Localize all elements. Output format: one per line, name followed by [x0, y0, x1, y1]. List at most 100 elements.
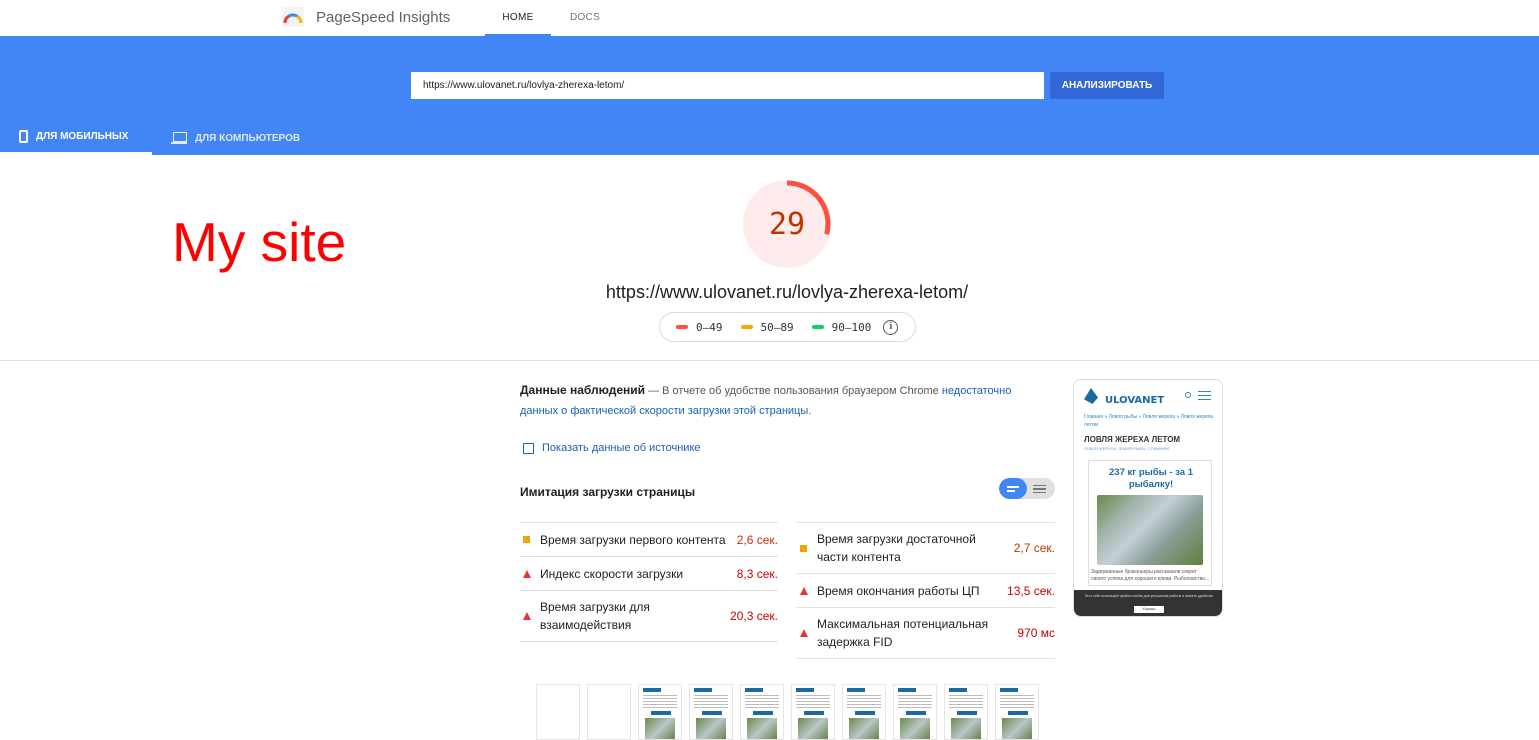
frame-img	[645, 718, 675, 739]
legend-item-average: 50–89	[740, 321, 794, 334]
frame-lines	[847, 695, 881, 709]
frame-logo	[1000, 688, 1018, 692]
field-data-section: Данные наблюдений — В отчете об удобстве…	[520, 380, 1020, 421]
filmstrip-frame	[995, 684, 1039, 740]
tab-desktop[interactable]: ДЛЯ КОМПЬЮТЕРОВ	[171, 121, 300, 155]
frame-lines	[694, 695, 728, 709]
metric-label: Время загрузки для взаимодействия	[540, 600, 650, 632]
final-screenshot[interactable]: ULOVANET Главная » Ловля рыбы » Ловля же…	[1073, 379, 1223, 617]
metric-row: Время загрузки достаточной части контент…	[797, 522, 1055, 573]
menu-icon	[1198, 391, 1211, 400]
frame-lines	[745, 695, 779, 709]
metric-label: Индекс скорости загрузки	[540, 566, 684, 581]
filmstrip-frame	[740, 684, 784, 740]
frame-logo	[796, 688, 814, 692]
frame-title	[804, 711, 824, 715]
legend-label: 0–49	[696, 320, 723, 334]
annotation-text: My site	[172, 211, 347, 273]
tab-mobile-label: ДЛЯ МОБИЛЬНЫХ	[36, 131, 129, 142]
app-title[interactable]: PageSpeed Insights	[316, 9, 450, 26]
info-icon[interactable]: i	[883, 319, 899, 335]
frame-logo	[949, 688, 967, 692]
site-heading: ЛОВЛЯ ЖЕРЕХА ЛЕТОМ	[1084, 435, 1181, 444]
compact-view-icon[interactable]	[999, 478, 1027, 499]
frame-lines	[643, 695, 677, 709]
red-triangle-icon	[520, 569, 540, 578]
metric-label: Время загрузки первого контента	[540, 532, 726, 547]
frame-title	[651, 711, 671, 715]
frame-lines	[1000, 695, 1034, 709]
tab-mobile[interactable]: ДЛЯ МОБИЛЬНЫХ	[0, 121, 152, 155]
frame-logo	[643, 688, 661, 692]
field-data-text: — В отчете об удобстве пользования брауз…	[645, 385, 942, 397]
nav-tab-docs[interactable]: DOCS	[556, 0, 614, 36]
metric-row: Индекс скорости загрузки 8,3 сек.	[520, 556, 778, 590]
frame-title	[906, 711, 926, 715]
fish-photo	[1097, 495, 1203, 565]
orange-square-icon	[797, 544, 817, 552]
expanded-view-icon[interactable]	[1033, 485, 1046, 493]
site-breadcrumb: Главная » Ловля рыбы » Ловля жереха » Ло…	[1084, 414, 1213, 428]
tested-url: https://www.ulovanet.ru/lovlya-zherexa-l…	[605, 282, 969, 302]
metric-label: Время окончания работы ЦП	[817, 583, 980, 598]
filmstrip-frame	[944, 684, 988, 740]
frame-lines	[949, 695, 983, 709]
legend-swatch-green	[811, 325, 824, 329]
frame-lines	[898, 695, 932, 709]
red-triangle-icon	[797, 629, 817, 637]
filmstrip-frame	[842, 684, 886, 740]
section-divider	[0, 360, 1539, 361]
frame-title	[1008, 711, 1028, 715]
origin-summary-label[interactable]: Показать данные об источнике	[542, 442, 701, 454]
red-triangle-icon	[520, 612, 540, 620]
metrics-column-left: Время загрузки первого контента 2,6 сек.…	[520, 522, 778, 642]
frame-img	[900, 718, 930, 739]
metrics-column-right: Время загрузки достаточной части контент…	[797, 522, 1055, 659]
pagespeed-logo-icon[interactable]	[282, 7, 304, 27]
red-triangle-icon	[797, 586, 817, 595]
site-ad-card: 237 кг рыбы - за 1 рыбалку! Задержанные …	[1088, 460, 1212, 586]
origin-summary-toggle[interactable]: Показать данные об источнике	[523, 442, 701, 454]
filmstrip-frame	[893, 684, 937, 740]
ad-card-text: Задержанные браконьеры рассказали секрет…	[1091, 569, 1210, 582]
frame-title	[702, 711, 722, 715]
frame-logo	[745, 688, 763, 692]
cookie-accept-button: Хорошо	[1134, 606, 1164, 613]
frame-lines	[796, 695, 830, 709]
smartphone-icon	[19, 130, 28, 143]
metric-value: 20,3 сек.	[730, 609, 778, 623]
url-input[interactable]	[411, 72, 1044, 99]
filmstrip-frame	[536, 684, 580, 740]
laptop-icon	[171, 132, 187, 144]
metric-value: 2,6 сек.	[736, 532, 778, 547]
frame-img	[1002, 718, 1032, 739]
filmstrip-frame	[638, 684, 682, 740]
frame-img	[696, 718, 726, 739]
metric-row: Максимальная потенциальная задержка FID …	[797, 607, 1055, 659]
legend-label: 90–100	[831, 320, 872, 334]
origin-checkbox[interactable]	[523, 442, 534, 454]
tab-desktop-label: ДЛЯ КОМПЬЮТЕРОВ	[195, 132, 301, 144]
orange-square-icon	[520, 536, 540, 543]
site-logo-icon	[1084, 388, 1098, 404]
score-legend: 0–49 50–89 90–100 i	[659, 312, 916, 342]
frame-logo	[898, 688, 916, 692]
frame-logo	[847, 688, 865, 692]
filmstrip-frame	[791, 684, 835, 740]
metric-row: Время окончания работы ЦП 13,5 сек.	[797, 573, 1055, 607]
ad-card-title: 237 кг рыбы - за 1 рыбалку!	[1109, 467, 1193, 490]
performance-score: 29	[768, 207, 806, 242]
nav-tab-home[interactable]: HOME	[485, 0, 551, 36]
legend-swatch-orange	[740, 325, 753, 329]
metric-label: Максимальная потенциальная задержка FID	[817, 617, 989, 649]
filmstrip-frame	[587, 684, 631, 740]
frame-img	[798, 718, 828, 739]
analyze-button[interactable]: АНАЛИЗИРОВАТЬ	[1050, 72, 1164, 99]
frame-img	[747, 718, 777, 739]
metric-row: Время загрузки первого контента 2,6 сек.	[520, 522, 778, 556]
frame-title	[753, 711, 773, 715]
filmstrip-frame	[689, 684, 733, 740]
legend-item-pass: 90–100	[811, 320, 872, 334]
legend-item-fail: 0–49	[676, 321, 723, 334]
metrics-view-toggle[interactable]	[999, 478, 1055, 499]
